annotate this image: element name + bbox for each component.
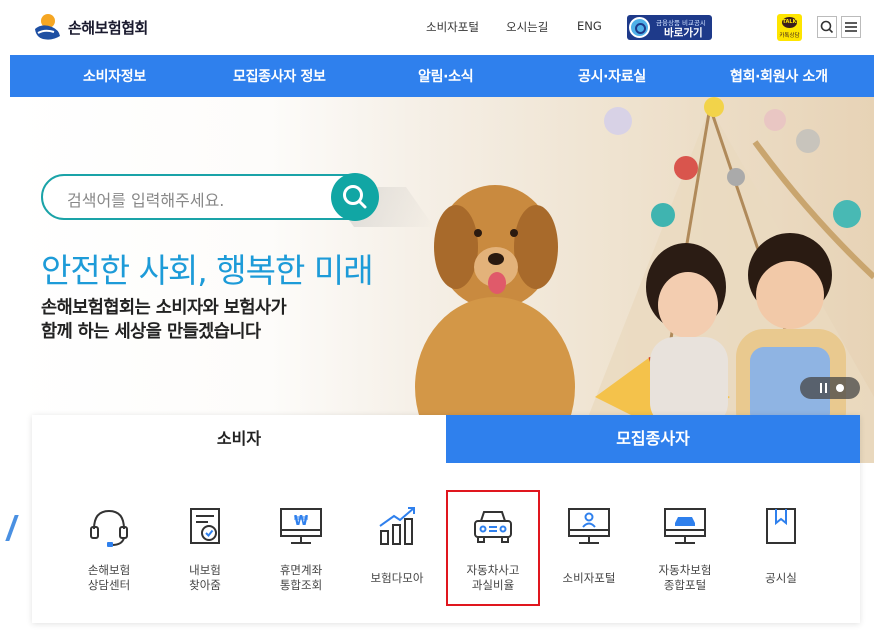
quick-item-label: 소비자포털 <box>562 571 616 585</box>
quick-item-find-insurance[interactable]: 내보험 찾아줌 <box>158 491 252 603</box>
talk-label: 카톡상담 <box>779 33 800 39</box>
monitor-user-icon <box>568 508 610 544</box>
quick-item-consumer-portal[interactable]: 소비자포털 <box>542 491 636 603</box>
talk-bubble-icon: TALK <box>782 17 797 28</box>
quick-item-label: 공시실 <box>765 571 797 585</box>
quick-item-label: 휴면계좌 통합조회 <box>279 563 323 592</box>
hero-subtitle: 손해보험협회는 소비자와 보험사가 함께 하는 세상을 만들겠습니다 <box>41 296 287 344</box>
menu-button[interactable] <box>841 16 861 38</box>
site-logo[interactable]: 손해보험협회 <box>32 12 148 42</box>
decorative-mark <box>5 515 19 541</box>
quick-item-label: 손해보험 상담센터 <box>87 563 131 592</box>
book-icon <box>766 508 796 544</box>
highlight-box <box>446 490 540 606</box>
hero-search-button[interactable] <box>331 173 379 221</box>
quick-item-consult-center[interactable]: 손해보험 상담센터 <box>62 491 156 603</box>
consumer-portal-link[interactable]: 소비자포털 <box>426 19 479 35</box>
tab-consumer[interactable]: 소비자 <box>32 415 446 463</box>
hero-title: 안전한 사회, 행복한 미래 <box>41 251 374 290</box>
document-search-icon <box>190 508 220 544</box>
search-icon <box>343 185 367 209</box>
search-input[interactable]: 검색어를 입력해주세요. <box>67 187 224 211</box>
quick-item-label: 자동차보험 종합포털 <box>658 563 712 592</box>
top-header: 손해보험협회 소비자포털 오시는길 ENG 금융상품 비교공시 바로가기 TAL… <box>0 0 886 54</box>
hero-subtitle-line-2: 함께 하는 세상을 만들겠습니다 <box>41 322 261 342</box>
kakaotalk-consult-button[interactable]: TALK 카톡상담 <box>777 14 802 41</box>
hero-search-box[interactable]: 검색어를 입력해주세요. <box>41 174 377 220</box>
nav-item-disclosure[interactable]: 공시·자료실 <box>578 66 646 86</box>
header-search-button[interactable] <box>817 16 837 38</box>
magnifier-icon <box>629 17 650 38</box>
main-nav: 소비자정보 모집종사자 정보 알림·소식 공시·자료실 협회·회원사 소개 <box>10 55 874 97</box>
tab-agent[interactable]: 모집종사자 <box>446 415 860 463</box>
english-link[interactable]: ENG <box>577 19 602 33</box>
bar-chart-icon <box>379 507 415 545</box>
monitor-won-icon: ₩ <box>280 508 322 544</box>
quick-menu-panel: 소비자 모집종사자 손해보험 상담센터 내보험 찾아줌 ₩ 휴면계좌 통합조회 … <box>32 415 860 623</box>
svg-text:₩: ₩ <box>294 514 309 529</box>
pause-icon[interactable] <box>800 377 860 399</box>
logo-mark-icon <box>32 12 62 42</box>
hero-banner: 검색어를 입력해주세요. 안전한 사회, 행복한 미래 손해보험협회는 소비자와… <box>10 97 874 463</box>
directions-link[interactable]: 오시는길 <box>506 19 548 35</box>
nav-item-about[interactable]: 협회·회원사 소개 <box>730 66 828 86</box>
quick-item-label: 보험다모아 <box>370 571 424 585</box>
hamburger-icon <box>845 22 857 32</box>
monitor-car-icon <box>664 508 706 544</box>
search-icon <box>820 20 834 34</box>
quick-item-label: 내보험 찾아줌 <box>189 563 221 592</box>
headset-icon <box>90 509 128 547</box>
slider-controls <box>800 377 860 399</box>
quick-item-insurance-damoa[interactable]: 보험다모아 <box>350 491 444 603</box>
quick-item-dormant-account[interactable]: ₩ 휴면계좌 통합조회 <box>254 491 348 603</box>
nav-item-agent-info[interactable]: 모집종사자 정보 <box>233 66 326 86</box>
hero-subtitle-line-1: 손해보험협회는 소비자와 보험사가 <box>41 298 287 318</box>
compare-main-label: 바로가기 <box>664 27 703 39</box>
logo-text: 손해보험협회 <box>68 18 148 37</box>
nav-item-news[interactable]: 알림·소식 <box>418 66 474 86</box>
quick-item-auto-insurance-portal[interactable]: 자동차보험 종합포털 <box>638 491 732 603</box>
product-compare-button[interactable]: 금융상품 비교공시 바로가기 <box>627 15 712 40</box>
quick-item-disclosure-room[interactable]: 공시실 <box>734 491 828 603</box>
nav-item-consumer-info[interactable]: 소비자정보 <box>83 66 146 86</box>
